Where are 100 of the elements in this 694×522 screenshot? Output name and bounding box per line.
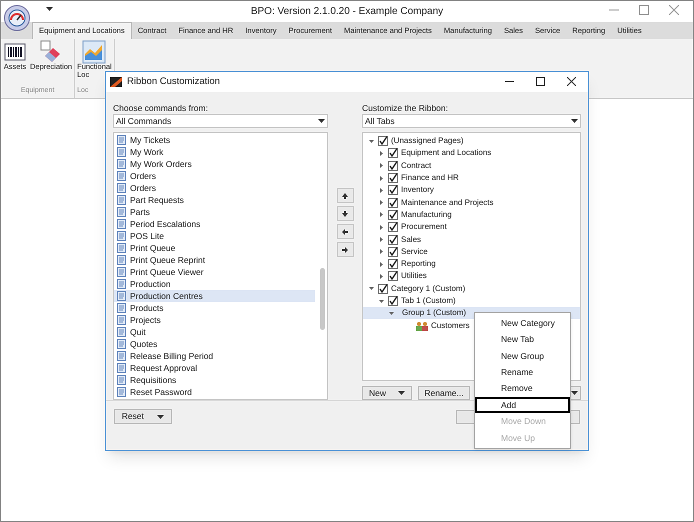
tree-item[interactable]: Customers (431, 320, 470, 332)
menu-item[interactable]: New Group (475, 348, 570, 364)
command-item[interactable]: Part Requests (114, 194, 316, 206)
command-item[interactable]: Reset Password (114, 386, 316, 398)
command-item[interactable]: Orders (114, 170, 316, 182)
checkbox[interactable] (388, 173, 398, 184)
menu-item[interactable]: New Tab (475, 331, 570, 348)
expand-arrow-icon[interactable] (379, 150, 384, 156)
collapse-arrow-icon[interactable] (369, 138, 374, 144)
tabs-dropdown[interactable]: All Tabs (362, 114, 581, 128)
move-up-icon[interactable] (341, 192, 350, 200)
collapse-arrow-icon[interactable] (389, 310, 394, 316)
command-item[interactable]: Print Queue (114, 242, 316, 254)
command-item[interactable]: Projects (114, 314, 316, 326)
expand-arrow-icon[interactable] (379, 163, 384, 168)
command-item[interactable]: Request Approval (114, 362, 316, 374)
menu-item[interactable]: Rename (475, 364, 570, 381)
command-item[interactable]: Requisitions (114, 374, 316, 386)
scrollbar[interactable] (320, 268, 326, 330)
app-logo[interactable] (4, 5, 30, 31)
app-icon (110, 77, 122, 87)
tree-item[interactable]: Finance and HR (401, 172, 459, 184)
document-icon (117, 219, 126, 229)
expand-arrow-icon[interactable] (379, 200, 384, 206)
tree-item[interactable]: Reporting (401, 258, 436, 270)
menu-item[interactable]: Add (475, 396, 570, 414)
tree-item[interactable]: Contract (401, 160, 432, 172)
document-icon (117, 195, 126, 205)
tree-item[interactable]: Service (401, 246, 428, 258)
close-icon[interactable] (567, 77, 576, 86)
expand-arrow-icon[interactable] (379, 188, 384, 193)
checkbox[interactable] (388, 198, 398, 208)
document-icon (117, 303, 126, 313)
tree-item[interactable]: Inventory (401, 184, 434, 196)
expand-arrow-icon[interactable] (379, 224, 384, 230)
checkbox[interactable] (388, 234, 398, 245)
maximize-icon[interactable] (536, 77, 545, 86)
ribbon-label: Customize the Ribbon: (362, 102, 449, 114)
tree-item[interactable]: Procurement (401, 221, 447, 234)
command-item[interactable]: Products (114, 302, 316, 314)
tree-item[interactable]: Sales (401, 234, 422, 246)
tree-item[interactable]: Tab 1 (Custom) (401, 295, 456, 307)
reset-button[interactable]: Reset (114, 409, 172, 424)
checkbox[interactable] (388, 296, 398, 306)
tree-item[interactable]: Equipment and Locations (401, 147, 492, 160)
checkbox[interactable] (388, 185, 398, 196)
commands-dropdown[interactable]: All Commands (113, 114, 328, 128)
expand-arrow-icon[interactable] (379, 274, 384, 279)
collapse-arrow-icon[interactable] (369, 286, 374, 292)
checkbox[interactable] (388, 160, 398, 171)
caret-icon (157, 414, 164, 418)
caret-icon (398, 391, 405, 395)
checkbox[interactable] (388, 222, 398, 232)
new-button[interactable]: New (362, 386, 412, 400)
expand-arrow-icon[interactable] (379, 249, 384, 254)
command-item[interactable]: Production (114, 278, 316, 290)
quick-access-caret-icon (46, 7, 53, 11)
expand-arrow-icon[interactable] (379, 237, 384, 242)
expand-arrow-icon[interactable] (379, 262, 384, 267)
command-item[interactable]: Quotes (114, 338, 316, 350)
command-item[interactable]: Release Billing Period (114, 350, 316, 362)
command-item[interactable]: POS Lite (114, 230, 316, 242)
document-icon (117, 327, 126, 337)
collapse-arrow-icon[interactable] (379, 298, 384, 304)
tree-item[interactable]: Group 1 (Custom) (402, 307, 466, 320)
checkbox[interactable] (388, 271, 398, 282)
expand-arrow-icon[interactable] (379, 212, 384, 218)
checkbox[interactable] (378, 136, 388, 146)
rename-button[interactable]: Rename... (418, 386, 470, 400)
caret-icon (571, 391, 578, 395)
checkbox[interactable] (388, 210, 398, 220)
menu-item[interactable]: New Category (475, 315, 570, 332)
command-item[interactable]: Print Queue Reprint (114, 254, 316, 266)
command-item[interactable]: Quit (114, 326, 316, 338)
command-item[interactable]: Parts (114, 206, 316, 218)
menu-item[interactable]: Remove (475, 380, 570, 397)
command-item[interactable]: My Tickets (114, 134, 316, 146)
command-item[interactable]: My Work Orders (114, 158, 316, 170)
document-icon (117, 267, 126, 277)
right-arrow-icon[interactable] (341, 246, 350, 254)
checkbox[interactable] (388, 148, 398, 158)
command-item[interactable]: Orders (114, 182, 316, 194)
tree-item[interactable]: (Unassigned Pages) (391, 135, 464, 148)
document-icon (117, 207, 126, 217)
expand-arrow-icon[interactable] (379, 176, 384, 181)
tree-item[interactable]: Utilities (401, 270, 427, 282)
command-item[interactable]: Production Centres (114, 290, 316, 302)
tree-item[interactable]: Manufacturing (401, 208, 452, 221)
checkbox[interactable] (388, 246, 398, 257)
checkbox[interactable] (378, 284, 388, 294)
tree-item[interactable]: Maintenance and Projects (401, 196, 494, 209)
checkbox[interactable] (388, 259, 398, 270)
move-down-icon[interactable] (341, 210, 350, 218)
tree-item[interactable]: Category 1 (Custom) (391, 282, 466, 295)
command-item[interactable]: Period Escalations (114, 218, 316, 230)
dialog-title: Ribbon Customization (127, 74, 220, 89)
command-item[interactable]: My Work (114, 146, 316, 158)
chart-icon (82, 40, 106, 64)
command-item[interactable]: Print Queue Viewer (114, 266, 316, 278)
left-arrow-icon[interactable] (341, 228, 350, 236)
